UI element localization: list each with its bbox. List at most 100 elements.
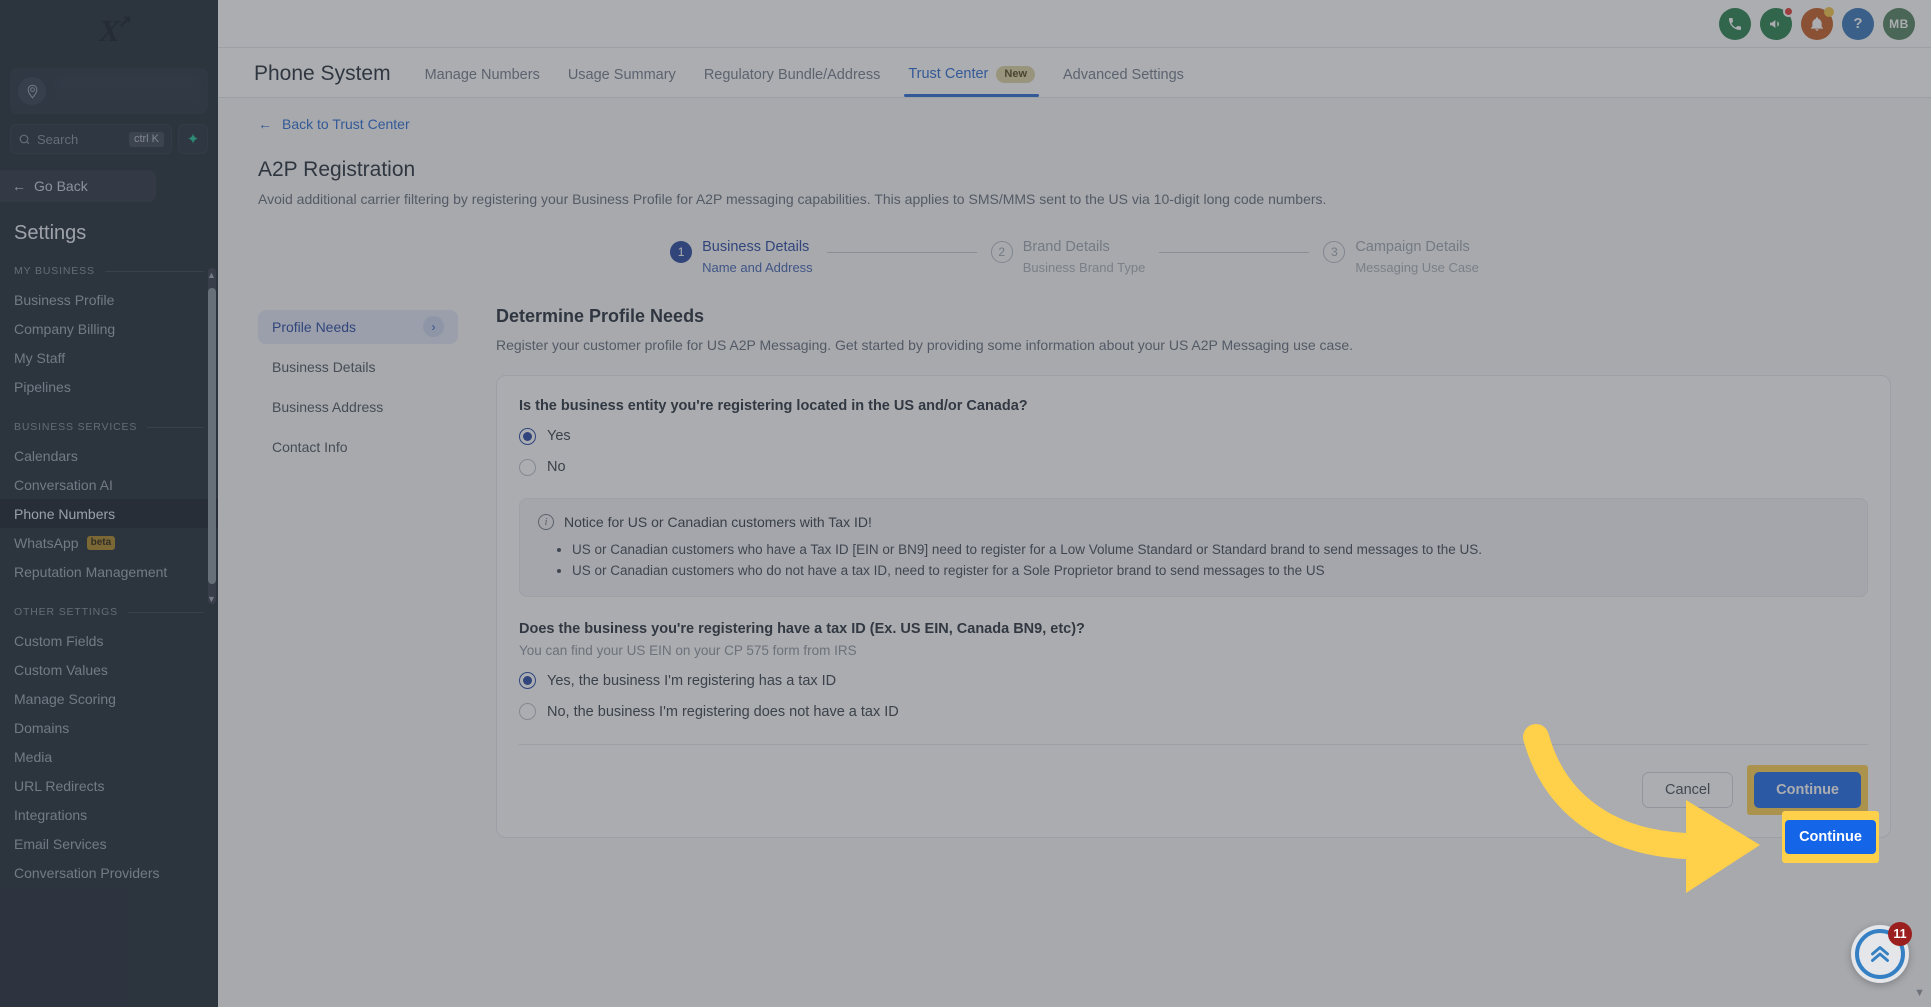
sparkle-icon[interactable]: ✦ <box>178 124 208 154</box>
tab-trust-center[interactable]: Trust Center New <box>894 65 1049 98</box>
search-input[interactable]: Search ctrl K <box>10 124 172 154</box>
tab-manage-numbers[interactable]: Manage Numbers <box>411 67 554 97</box>
form-description: Register your customer profile for US A2… <box>496 336 1354 353</box>
tab-label: Advanced Settings <box>1063 67 1184 83</box>
sidebar-item-label: Phone Numbers <box>14 505 116 522</box>
status-dot <box>1824 6 1834 17</box>
sidebar-item-calendars[interactable]: Calendars <box>0 441 218 470</box>
account-switcher[interactable] <box>10 68 208 114</box>
sidebar-group-label: OTHER SETTINGS <box>14 606 118 618</box>
sidebar-item-label: Conversation Providers <box>14 864 160 881</box>
phone-system-tabs: Phone System Manage Numbers Usage Summar… <box>218 48 1931 98</box>
radio-taxid-no[interactable]: No, the business I'm registering does no… <box>519 703 1868 721</box>
search-icon <box>19 134 30 144</box>
divider <box>147 426 204 428</box>
radio-button[interactable] <box>519 703 536 721</box>
form-section-nav: Profile Needs › Business Details Busines… <box>258 306 458 839</box>
radio-button[interactable] <box>519 672 536 690</box>
go-back-button[interactable]: ← Go Back <box>0 170 156 202</box>
sidebar-item-url-redirects[interactable]: URL Redirects <box>0 771 218 800</box>
registration-stepper: 1 Business Details Name and Address 2 Br… <box>258 239 1891 276</box>
step-brand-details[interactable]: 2 Brand Details Business Brand Type <box>990 239 1145 276</box>
help-icon[interactable]: ? <box>1842 7 1874 40</box>
bell-icon[interactable] <box>1801 6 1834 40</box>
radio-label: Yes, the business I'm registering has a … <box>547 672 837 689</box>
sidebar-item-integrations[interactable]: Integrations <box>0 800 218 829</box>
continue-highlight: Continue <box>1747 765 1868 816</box>
section-profile-needs[interactable]: Profile Needs › <box>258 309 458 344</box>
sidebar-item-label: Conversation AI <box>14 476 113 493</box>
sidebar-item-email-services[interactable]: Email Services <box>0 829 218 858</box>
phone-icon[interactable] <box>1719 7 1751 40</box>
tab-label: Trust Center <box>908 66 989 83</box>
sidebar-item-conversation-ai[interactable]: Conversation AI <box>0 470 218 499</box>
sidebar-item-label: Custom Values <box>14 661 108 678</box>
sidebar-item-label: Manage Scoring <box>14 690 116 707</box>
sidebar-group-label: MY BUSINESS <box>14 265 95 277</box>
brand-logo[interactable]: X ↗ <box>0 0 218 62</box>
scrollbar-thumb[interactable] <box>208 288 216 584</box>
tab-usage-summary[interactable]: Usage Summary <box>554 67 690 97</box>
avatar[interactable]: MB <box>1883 7 1915 40</box>
tab-regulatory-bundle-address[interactable]: Regulatory Bundle/Address <box>690 67 895 97</box>
section-business-address[interactable]: Business Address <box>258 390 458 424</box>
back-to-trust-center-link[interactable]: ← Back to Trust Center <box>258 116 1891 132</box>
radio-button[interactable] <box>519 427 536 445</box>
radio-taxid-yes[interactable]: Yes, the business I'm registering has a … <box>519 672 1868 690</box>
divider <box>127 611 204 613</box>
step-campaign-details[interactable]: 3 Campaign Details Messaging Use Case <box>1323 239 1479 276</box>
tab-advanced-settings[interactable]: Advanced Settings <box>1049 67 1198 97</box>
sidebar-item-custom-values[interactable]: Custom Values <box>0 655 218 684</box>
notification-count-badge: 11 <box>1888 922 1912 946</box>
help-widget-button[interactable]: 11 <box>1851 922 1912 983</box>
sidebar-item-business-profile[interactable]: Business Profile <box>0 285 218 314</box>
arrow-left-icon: ← <box>258 116 272 132</box>
section-contact-info[interactable]: Contact Info <box>258 430 458 464</box>
cancel-button[interactable]: Cancel <box>1642 772 1734 809</box>
sidebar-item-my-staff[interactable]: My Staff <box>0 343 218 372</box>
sidebar-item-company-billing[interactable]: Company Billing <box>0 314 218 343</box>
sidebar-item-manage-scoring[interactable]: Manage Scoring <box>0 684 218 713</box>
scroll-down-icon[interactable]: ▼ <box>1914 987 1925 999</box>
top-bar: ? MB <box>218 0 1931 48</box>
continue-button-highlighted[interactable]: Continue <box>1785 820 1876 854</box>
go-back-label: Go Back <box>34 178 88 194</box>
sidebar-item-label: Company Billing <box>14 320 116 337</box>
scroll-down-icon[interactable]: ▼ <box>206 594 217 605</box>
sidebar-scrollbar[interactable] <box>208 268 216 604</box>
form-panel: Determine Profile Needs Register your cu… <box>496 306 1891 839</box>
continue-button-highlight-box: Continue <box>1782 811 1879 863</box>
tab-label: Regulatory Bundle/Address <box>703 67 881 83</box>
radio-location-yes[interactable]: Yes <box>519 427 1868 445</box>
megaphone-icon[interactable] <box>1760 5 1794 40</box>
radio-location-no[interactable]: No <box>519 458 1868 476</box>
sidebar-item-custom-fields[interactable]: Custom Fields <box>0 626 218 655</box>
radio-label: Yes <box>547 428 571 445</box>
sidebar-item-pipelines[interactable]: Pipelines <box>0 372 218 401</box>
sidebar-item-conversation-providers[interactable]: Conversation Providers <box>0 858 218 887</box>
location-icon <box>18 77 46 105</box>
form-title: Determine Profile Needs <box>496 305 705 326</box>
search-placeholder: Search <box>37 131 79 147</box>
chevron-right-icon: › <box>423 316 444 338</box>
sidebar-item-label: Custom Fields <box>14 632 104 649</box>
notice-bullet: US or Canadian customers who have a Tax … <box>572 540 1849 561</box>
sidebar-item-label: WhatsApp <box>14 534 79 551</box>
sidebar-item-phone-numbers[interactable]: Phone Numbers <box>0 499 218 528</box>
sidebar-item-domains[interactable]: Domains <box>0 713 218 742</box>
brand-logo-arrow-icon: ↗ <box>118 12 132 31</box>
continue-button[interactable]: Continue <box>1754 772 1861 809</box>
app-root: X ↗ Search ctrl K ✦ ← Go Back Settings M… <box>0 0 1931 1007</box>
step-business-details[interactable]: 1 Business Details Name and Address <box>670 239 813 276</box>
scroll-up-icon[interactable]: ▲ <box>206 270 217 281</box>
step-title: Brand Details <box>1022 239 1110 255</box>
a2p-registration-subheading: Avoid additional carrier filtering by re… <box>258 191 1327 207</box>
sidebar-item-media[interactable]: Media <box>0 742 218 771</box>
sidebar-item-whatsapp[interactable]: WhatsApp beta <box>0 528 218 557</box>
section-business-details[interactable]: Business Details <box>258 350 458 384</box>
beta-badge: beta <box>86 535 116 550</box>
step-connector <box>1159 252 1310 253</box>
sidebar-item-reputation-management[interactable]: Reputation Management <box>0 557 218 586</box>
sidebar-item-label: Calendars <box>14 447 78 464</box>
radio-button[interactable] <box>519 458 536 476</box>
